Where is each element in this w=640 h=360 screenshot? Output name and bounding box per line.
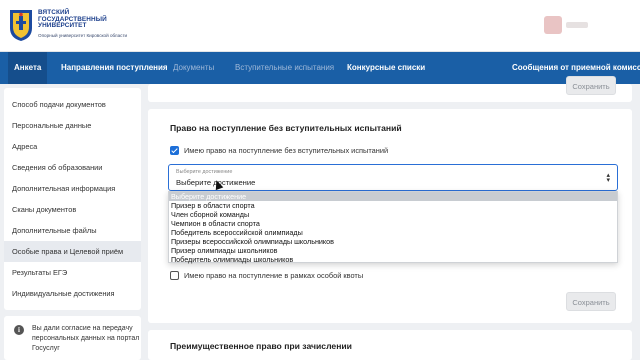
sidebar-item-personal-data[interactable]: Персональные данные xyxy=(4,115,141,136)
special-quota-checkbox-label[interactable]: Имею право на поступление в рамках особо… xyxy=(184,271,363,280)
achievement-select[interactable]: Выберите достижение Выберите достижение … xyxy=(168,164,618,191)
select-arrows-icon: ▴ ▾ xyxy=(606,172,610,184)
info-icon: i xyxy=(14,325,24,335)
sidebar-item-special-rights[interactable]: Особые права и Целевой приём xyxy=(4,241,141,262)
university-logo[interactable] xyxy=(8,8,34,42)
nav-tab-competition-lists[interactable]: Конкурсные списки xyxy=(341,52,431,84)
previous-section-panel: Сохранить xyxy=(148,76,632,102)
avatar[interactable] xyxy=(544,16,562,34)
achievement-select-label: Выберите достижение xyxy=(176,169,233,175)
save-button[interactable]: Сохранить xyxy=(566,76,616,95)
dropdown-option[interactable]: Призер олимпиады школьников xyxy=(169,246,617,255)
sidebar-item-education[interactable]: Сведения об образовании xyxy=(4,157,141,178)
dropdown-option[interactable]: Призеры всероссийской олимпиады школьник… xyxy=(169,237,617,246)
university-name: ВЯТСКИЙ ГОСУДАРСТВЕННЫЙ УНИВЕРСИТЕТ Опор… xyxy=(38,9,128,39)
gosuslugi-consent-notice: i Вы дали согласие на передачу персональ… xyxy=(4,316,141,360)
dropdown-option[interactable]: Победитель олимпиады школьников xyxy=(169,255,617,264)
consent-text: Вы дали согласие на передачу персональны… xyxy=(32,325,140,352)
dropdown-option[interactable]: Победитель всероссийской олимпиады xyxy=(169,228,617,237)
sidebar-menu: Способ подачи документов Персональные да… xyxy=(4,88,141,310)
main-nav: Анкета Направления поступления Документы… xyxy=(0,52,640,84)
nav-tab-directions[interactable]: Направления поступления xyxy=(55,52,174,84)
special-quota-checkbox[interactable] xyxy=(170,271,179,280)
no-exam-checkbox-label[interactable]: Имею право на поступление без вступитель… xyxy=(184,146,388,155)
sidebar-item-achievements[interactable]: Индивидуальные достижения xyxy=(4,283,141,304)
save-button-no-exam[interactable]: Сохранить xyxy=(566,292,616,311)
sidebar-item-addresses[interactable]: Адреса xyxy=(4,136,141,157)
sidebar-item-ege-results[interactable]: Результаты ЕГЭ xyxy=(4,262,141,283)
nav-tab-anketa[interactable]: Анкета xyxy=(8,52,48,84)
user-menu[interactable] xyxy=(544,16,588,34)
university-name-line-3: УНИВЕРСИТЕТ xyxy=(38,22,87,30)
priority-section-title: Преимущественное право при зачислении xyxy=(170,341,352,351)
no-exam-checkbox[interactable] xyxy=(170,146,179,155)
dropdown-option[interactable]: Выберите достижение xyxy=(169,192,617,201)
sidebar-item-document-scans[interactable]: Сканы документов xyxy=(4,199,141,220)
sidebar-item-submission-method[interactable]: Способ подачи документов xyxy=(4,94,141,115)
sidebar-item-additional-info[interactable]: Дополнительная информация xyxy=(4,178,141,199)
dropdown-option[interactable]: Член сборной команды xyxy=(169,210,617,219)
dropdown-option[interactable]: Чемпион в области спорта xyxy=(169,219,617,228)
dropdown-option[interactable]: Призер в области спорта xyxy=(169,201,617,210)
priority-rights-panel: Преимущественное право при зачислении xyxy=(148,330,632,360)
nav-tab-documents[interactable]: Документы xyxy=(167,52,220,84)
no-exam-section-title: Право на поступление без вступительных и… xyxy=(170,123,402,133)
user-name-blurred xyxy=(566,22,588,28)
achievement-dropdown-list: Выберите достижение Призер в области спо… xyxy=(168,191,618,264)
nav-tab-exams[interactable]: Вступительные испытания xyxy=(229,52,340,84)
sidebar-item-additional-files[interactable]: Дополнительные файлы xyxy=(4,220,141,241)
university-subtitle: Опорный университет Кировской области xyxy=(38,32,128,38)
app-header: ВЯТСКИЙ ГОСУДАРСТВЕННЫЙ УНИВЕРСИТЕТ Опор… xyxy=(0,0,640,52)
